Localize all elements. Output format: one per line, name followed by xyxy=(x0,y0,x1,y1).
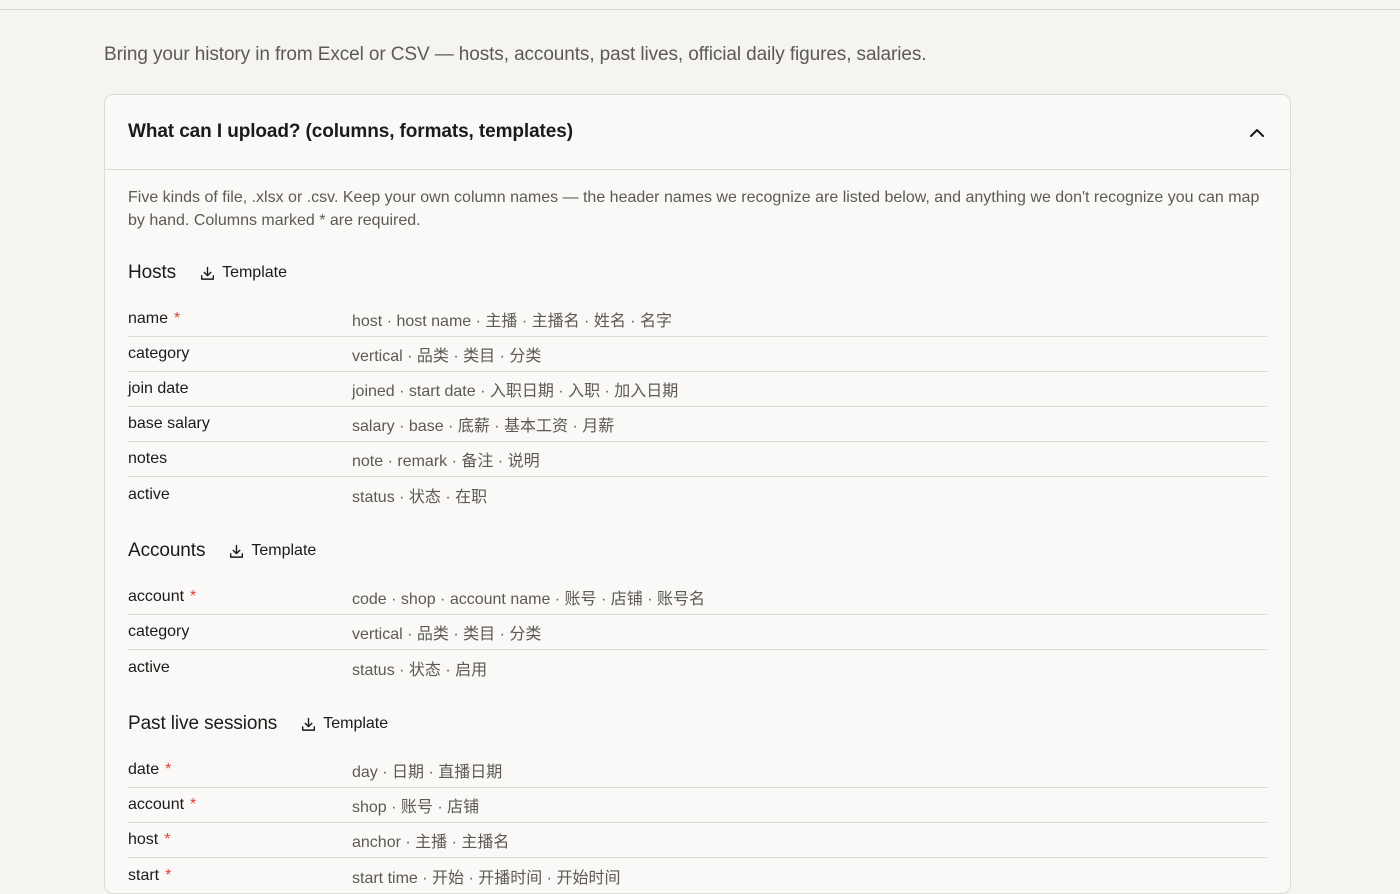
required-marker: * xyxy=(190,796,197,813)
column-name: category xyxy=(128,623,190,640)
column-aliases: shop · 账号 · 店铺 xyxy=(352,799,480,816)
accordion-description: Five kinds of file, .xlsx or .csv. Keep … xyxy=(128,189,1260,229)
section-past-live-sessions: Past live sessions Template date * day · 日期 … xyxy=(128,711,1267,893)
section-header: Hosts Template xyxy=(128,260,1267,286)
column-row: name * host · host name · 主播 · 主播名 · 姓名 · … xyxy=(128,302,1267,337)
column-row: account * shop · 账号 · 店铺 xyxy=(128,788,1267,823)
column-name: name * xyxy=(128,310,181,327)
column-name: category xyxy=(128,345,190,362)
section-header: Past live sessions Template xyxy=(128,711,1267,737)
column-name: base salary xyxy=(128,415,210,432)
column-aliases: note · remark · 备注 · 说明 xyxy=(352,453,540,470)
section-accounts: Accounts Template account * code · shop · ac… xyxy=(128,538,1267,685)
column-row: start * start time · 开始 · 开播时间 · 开始时间 xyxy=(128,858,1267,893)
top-divider xyxy=(0,9,1400,10)
template-label: Template xyxy=(323,715,389,732)
section-title: Hosts xyxy=(128,262,177,283)
download-icon xyxy=(200,266,222,281)
column-name: active xyxy=(128,485,170,503)
column-row: category vertical · 品类 · 类目 · 分类 xyxy=(128,337,1267,372)
required-marker: * xyxy=(165,761,172,778)
download-icon xyxy=(301,717,323,732)
required-marker: * xyxy=(164,831,171,848)
accordion-body: Five kinds of file, .xlsx or .csv. Keep … xyxy=(105,170,1290,893)
download-template-button-past-live-sessions[interactable]: Template xyxy=(301,715,388,733)
column-row: category vertical · 品类 · 类目 · 分类 xyxy=(128,615,1267,650)
section-hosts: Hosts Template name * host · host name · 主播 … xyxy=(128,260,1267,512)
column-table: date * day · 日期 · 直播日期 account * shop · 账号 · … xyxy=(128,753,1267,893)
column-aliases: salary · base · 底薪 · 基本工资 · 月薪 xyxy=(352,418,615,435)
column-aliases: day · 日期 · 直播日期 xyxy=(352,764,503,781)
template-label: Template xyxy=(222,264,287,281)
column-aliases: status · 状态 · 在职 xyxy=(352,488,488,506)
column-row: account * code · shop · account name · 账号 … xyxy=(128,580,1267,615)
required-marker: * xyxy=(190,588,197,605)
column-aliases: anchor · 主播 · 主播名 xyxy=(352,834,510,851)
column-row: date * day · 日期 · 直播日期 xyxy=(128,753,1267,788)
download-template-button-hosts[interactable]: Template xyxy=(200,264,287,282)
column-row: active status · 状态 · 在职 xyxy=(128,477,1267,512)
column-table: name * host · host name · 主播 · 主播名 · 姓名 · … xyxy=(128,302,1267,512)
column-table: account * code · shop · account name · 账号 … xyxy=(128,580,1267,685)
download-icon xyxy=(229,544,251,559)
column-aliases: start time · 开始 · 开播时间 · 开始时间 xyxy=(352,869,621,887)
column-name: active xyxy=(128,658,170,676)
column-aliases: host · host name · 主播 · 主播名 · 姓名 · 名字 xyxy=(352,313,673,330)
column-name: host * xyxy=(128,831,171,848)
required-marker: * xyxy=(165,866,172,884)
section-header: Accounts Template xyxy=(128,538,1267,564)
column-row: base salary salary · base · 底薪 · 基本工资 · 月… xyxy=(128,407,1267,442)
file-kinds-list: Hosts Template name * host · host name · 主播 … xyxy=(128,260,1267,893)
accordion-header[interactable]: What can I upload? (columns, formats, te… xyxy=(105,95,1290,170)
required-marker: * xyxy=(174,310,181,327)
column-name: account * xyxy=(128,588,197,605)
upload-help-accordion: What can I upload? (columns, formats, te… xyxy=(104,94,1291,894)
chevron-up-icon[interactable] xyxy=(1247,122,1267,142)
column-aliases: joined · start date · 入职日期 · 入职 · 加入日期 xyxy=(352,383,679,400)
column-name: date * xyxy=(128,761,172,778)
column-row: host * anchor · 主播 · 主播名 xyxy=(128,823,1267,858)
column-name: notes xyxy=(128,450,168,467)
column-name: join date xyxy=(128,380,189,397)
template-label: Template xyxy=(251,542,317,559)
accordion-title: What can I upload? (columns, formats, te… xyxy=(128,121,573,142)
column-name: start * xyxy=(128,866,172,884)
column-name: account * xyxy=(128,796,197,813)
intro-text: Bring your history in from Excel or CSV … xyxy=(104,44,927,65)
column-aliases: code · shop · account name · 账号 · 店铺 · 账… xyxy=(352,591,705,608)
column-row: active status · 状态 · 启用 xyxy=(128,650,1267,685)
section-title: Past live sessions xyxy=(128,713,278,734)
column-aliases: status · 状态 · 启用 xyxy=(352,661,488,679)
column-aliases: vertical · 品类 · 类目 · 分类 xyxy=(352,626,542,643)
column-row: notes note · remark · 备注 · 说明 xyxy=(128,442,1267,477)
section-title: Accounts xyxy=(128,540,206,561)
column-aliases: vertical · 品类 · 类目 · 分类 xyxy=(352,348,542,365)
download-template-button-accounts[interactable]: Template xyxy=(229,542,316,560)
column-row: join date joined · start date · 入职日期 · 入职… xyxy=(128,372,1267,407)
